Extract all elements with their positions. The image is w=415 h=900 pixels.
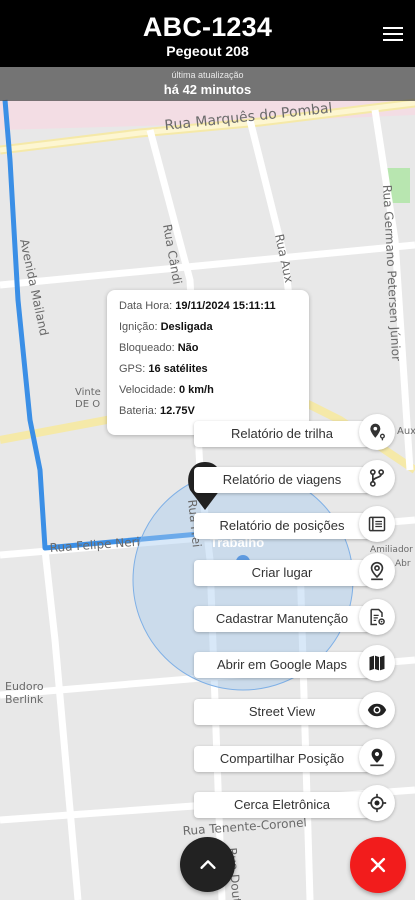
poi-label-berlink: Berlink <box>5 693 44 706</box>
info-label: Data Hora: <box>119 300 173 312</box>
action-label[interactable]: Relatório de posições <box>194 513 370 539</box>
info-value: 16 satélites <box>148 363 208 375</box>
collapse-panel-button[interactable] <box>180 837 235 892</box>
route-pin-icon[interactable] <box>359 414 395 450</box>
action-label[interactable]: Relatório de trilha <box>194 421 370 447</box>
poi-label-eudoro: Eudoro <box>5 680 44 693</box>
list-report-icon[interactable] <box>359 506 395 542</box>
info-row-speed: Velocidade: 0 km/h <box>119 380 297 401</box>
geofence-target-icon[interactable] <box>359 785 395 821</box>
poi-label-de-o: DE O <box>75 399 100 410</box>
vehicle-info-card: Data Hora: 19/11/2024 15:11:11 Ignição: … <box>107 290 309 435</box>
action-label[interactable]: Relatório de viagens <box>194 467 370 493</box>
hamburger-menu-icon[interactable] <box>383 27 403 41</box>
add-place-icon[interactable] <box>359 553 395 589</box>
poi-label-vinte: Vinte <box>75 387 101 398</box>
action-label[interactable]: Cadastrar Manutenção <box>194 606 370 632</box>
chevron-up-icon <box>199 859 216 869</box>
info-row-gps: GPS: 16 satélites <box>119 359 297 380</box>
info-label: Velocidade: <box>119 384 176 396</box>
action-label[interactable]: Compartilhar Posição <box>194 746 370 772</box>
info-row-ignition: Ignição: Desligada <box>119 317 297 338</box>
info-value: Desligada <box>160 321 213 333</box>
eye-icon[interactable] <box>359 692 395 728</box>
vehicle-model: Pegeout 208 <box>166 43 249 59</box>
action-label[interactable]: Abrir em Google Maps <box>194 652 370 678</box>
close-actions-button[interactable] <box>350 837 406 893</box>
trips-fork-icon[interactable] <box>359 460 395 496</box>
map-icon[interactable] <box>359 645 395 681</box>
vehicle-plate: ABC-1234 <box>142 12 273 42</box>
info-label: Ignição: <box>119 321 158 333</box>
info-value: 19/11/2024 15:11:11 <box>175 300 276 312</box>
action-label[interactable]: Street View <box>194 699 370 725</box>
close-icon <box>370 857 386 873</box>
share-location-icon[interactable] <box>359 739 395 775</box>
last-update-label: última atualização <box>171 70 244 80</box>
last-update-bar: última atualização há 42 minutos <box>0 67 415 101</box>
maintenance-doc-icon[interactable] <box>359 599 395 635</box>
action-label[interactable]: Criar lugar <box>194 560 370 586</box>
info-label: Bloqueado: <box>119 342 175 354</box>
poi-label-abrigo: Abr <box>395 559 411 569</box>
action-label[interactable]: Cerca Eletrônica <box>194 792 370 818</box>
info-label: Bateria: <box>119 405 157 417</box>
info-row-battery: Bateria: 12.75V <box>119 401 297 422</box>
vehicle-header: ABC-1234 Pegeout 208 <box>0 0 415 67</box>
info-value: 0 km/h <box>178 384 214 396</box>
last-update-value: há 42 minutos <box>163 82 252 97</box>
info-value: 12.75V <box>159 405 195 417</box>
info-value: Não <box>177 342 199 354</box>
info-label: GPS: <box>119 363 146 375</box>
info-row-datetime: Data Hora: 19/11/2024 15:11:11 <box>119 296 297 317</box>
poi-label-auxi: Auxi <box>397 426 415 437</box>
info-row-blocked: Bloqueado: Não <box>119 338 297 359</box>
